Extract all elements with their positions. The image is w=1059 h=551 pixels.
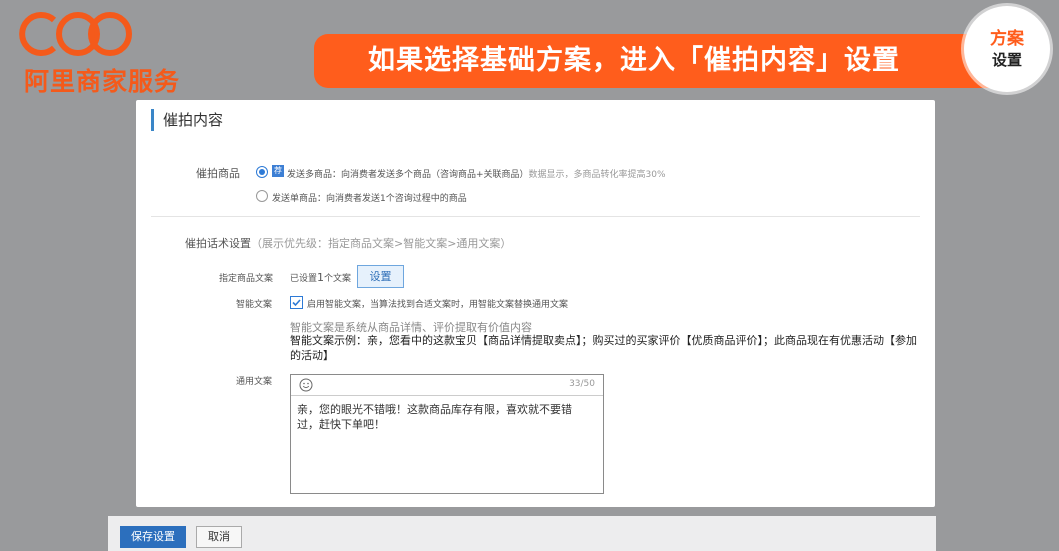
generic-copy-text[interactable]: 亲，您的眼光不错哦！这款商品库存有限，喜欢就不要错过，赶快下单吧！ — [297, 402, 593, 432]
priority-note: （展示优先级：指定商品文案>智能文案>通用文案） — [251, 237, 512, 250]
multi-product-option-label[interactable]: 发送多商品：向消费者发送多个商品（咨询商品+关联商品）数据显示，多商品转化率提高… — [287, 167, 666, 180]
recommend-tag: 荐 — [272, 165, 284, 177]
specified-copy-label: 指定商品文案 — [219, 274, 274, 284]
badge-line2: 设置 — [991, 51, 1022, 69]
smart-copy-checkbox[interactable] — [290, 296, 303, 309]
section-title: 催拍内容 — [151, 109, 223, 131]
divider — [151, 216, 920, 217]
banner-title: 如果选择基础方案，进入「催拍内容」设置 — [368, 45, 900, 76]
multi-product-note: 数据显示，多商品转化率提高30% — [528, 170, 666, 180]
radio-single-product[interactable] — [256, 190, 268, 202]
char-counter: 33/50 — [569, 379, 595, 389]
footer-bar: 保存设置 取消 — [108, 516, 936, 551]
section-badge: 方案 设置 — [964, 6, 1050, 92]
smart-copy-label: 智能文案 — [236, 300, 273, 310]
script-label: 催拍话术设置 — [185, 237, 251, 250]
set-button[interactable]: 设置 — [357, 265, 404, 288]
check-icon — [292, 299, 301, 307]
title-banner: 如果选择基础方案，进入「催拍内容」设置 — [314, 34, 994, 88]
single-product-option-label[interactable]: 发送单商品：向消费者发送1个咨询过程中的商品 — [272, 191, 467, 204]
radio-multi-product[interactable] — [256, 166, 268, 178]
brand-logo: 阿里商家服务 — [18, 8, 179, 98]
generic-copy-label: 通用文案 — [236, 377, 273, 387]
brand-logo-icon — [19, 12, 132, 56]
cancel-button[interactable]: 取消 — [196, 526, 242, 548]
settings-panel: 催拍内容 催拍商品 荐 发送多商品：向消费者发送多个商品（咨询商品+关联商品）数… — [136, 100, 935, 507]
specified-copy-status: 已设置1个文案 — [290, 271, 352, 284]
generic-copy-editor[interactable]: 33/50 亲，您的眼光不错哦！这款商品库存有限，喜欢就不要错过，赶快下单吧！ — [290, 374, 604, 494]
multi-product-text: 发送多商品：向消费者发送多个商品（咨询商品+关联商品） — [287, 170, 529, 180]
smart-copy-example: 智能文案示例：亲，您看中的这款宝贝【商品详情提取卖点】；购买过的买家评价【优质商… — [290, 334, 917, 362]
smiley-icon[interactable] — [299, 378, 313, 392]
save-button[interactable]: 保存设置 — [120, 526, 186, 548]
badge-line1: 方案 — [990, 29, 1024, 49]
brand-name: 阿里商家服务 — [24, 67, 181, 96]
editor-toolbar: 33/50 — [291, 375, 603, 396]
specified-copy-count: 1 — [317, 271, 325, 284]
products-label: 催拍商品 — [196, 167, 240, 180]
smart-copy-checkbox-text[interactable]: 启用智能文案，当算法找到合适文案时，用智能文案替换通用文案 — [307, 297, 568, 310]
script-settings-label: 催拍话术设置（展示优先级：指定商品文案>智能文案>通用文案） — [185, 235, 511, 251]
